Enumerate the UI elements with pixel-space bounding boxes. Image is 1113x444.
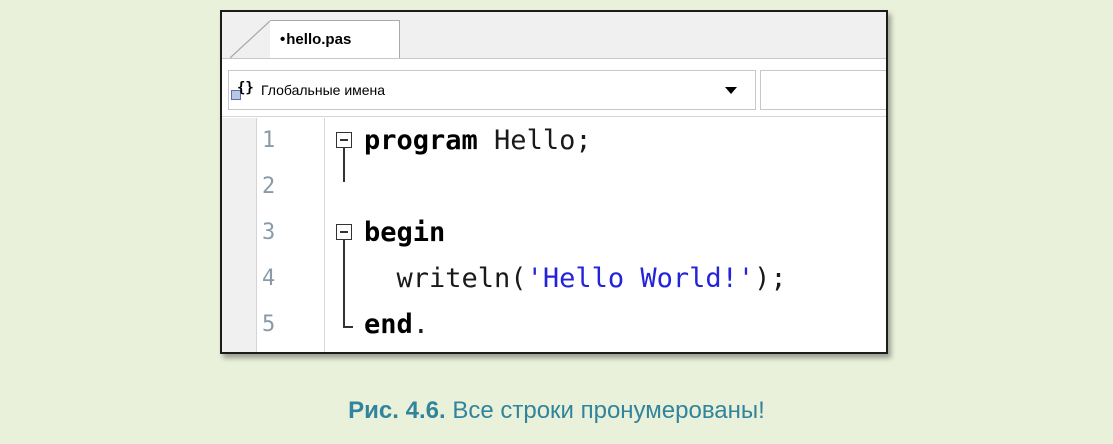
code-line-1: 1 program Hello; — [222, 118, 886, 164]
braces-icon: {} — [231, 79, 254, 101]
code-text: begin — [364, 210, 445, 256]
editor-screenshot: • hello.pas {} Глобальные имена 1 progra… — [220, 10, 888, 354]
line-number: 2 — [262, 174, 276, 199]
function-call: writeln( — [396, 263, 527, 294]
line-number: 5 — [262, 312, 276, 337]
code-text: program Hello; — [364, 118, 592, 164]
keyword: begin — [364, 217, 446, 248]
string-literal: 'Hello World!' — [526, 263, 755, 294]
tab-label: hello.pas — [286, 31, 352, 48]
fold-collapse-icon[interactable] — [336, 224, 352, 240]
member-dropdown[interactable] — [760, 70, 886, 110]
code-text: writeln('Hello World!'); — [364, 256, 787, 302]
code-line-2: 2 — [222, 164, 886, 210]
code-line-4: 4 writeln('Hello World!'); — [222, 256, 886, 302]
tab-strip: • hello.pas — [222, 12, 886, 59]
code-text: end. — [364, 302, 429, 348]
chevron-down-icon[interactable] — [725, 86, 737, 94]
line-number: 1 — [262, 128, 276, 153]
caption-text: Все строки пронумерованы! — [445, 397, 765, 424]
code-tail: ); — [754, 263, 787, 294]
modified-dot: • — [280, 31, 286, 48]
code-tail: . — [412, 309, 430, 340]
line-number: 4 — [262, 266, 276, 291]
figure-caption: Рис. 4.6. Все строки пронумерованы! — [0, 397, 1113, 425]
fold-collapse-icon[interactable] — [336, 132, 352, 148]
code-editor[interactable]: 1 program Hello; 2 3 begin 4 writeln('He… — [222, 118, 886, 352]
keyword: program — [364, 125, 478, 156]
code-line-5: 5 end. — [222, 302, 886, 348]
line-number: 3 — [262, 220, 276, 245]
scope-dropdown-value: Глобальные имена — [261, 82, 386, 98]
code-line-3: 3 begin — [222, 210, 886, 256]
tab-hello-pas[interactable]: • hello.pas — [270, 20, 400, 58]
figure-number: Рис. 4.6. — [348, 397, 446, 424]
navigation-bar: {} Глобальные имена — [222, 70, 886, 117]
keyword: end — [364, 309, 413, 340]
scope-dropdown[interactable]: {} Глобальные имена — [228, 70, 756, 110]
code-rest: Hello; — [477, 125, 592, 156]
